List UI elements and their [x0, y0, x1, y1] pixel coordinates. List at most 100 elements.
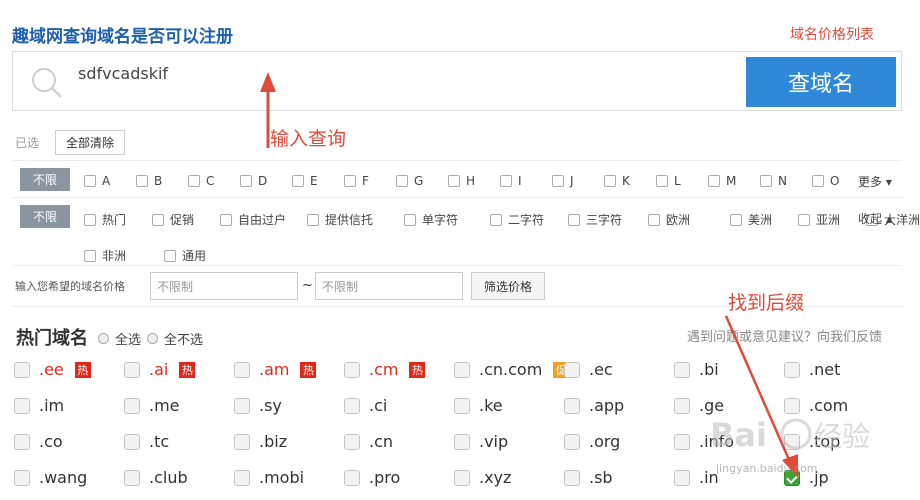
domain-option[interactable]: .cn.com 促: [454, 360, 570, 379]
domain-suffix-label: .vip: [479, 432, 509, 451]
divider: [12, 197, 902, 198]
category-option[interactable]: 二字符: [490, 211, 544, 228]
domain-option[interactable]: .org: [564, 432, 620, 451]
letter-label: O: [830, 174, 840, 188]
domain-suffix-label: .net: [809, 360, 841, 379]
domain-option[interactable]: .co: [14, 432, 63, 451]
letter-option-f[interactable]: F: [344, 174, 369, 188]
letter-option-n[interactable]: N: [760, 174, 787, 188]
filter-price-button[interactable]: 筛选价格: [471, 272, 545, 300]
max-price-input[interactable]: 不限制: [315, 272, 463, 300]
domain-suffix-label: .ec: [589, 360, 613, 379]
select-none-label: 全不选: [164, 333, 204, 348]
category-option[interactable]: 自由过户: [220, 211, 286, 228]
domain-option[interactable]: .tc: [124, 432, 169, 451]
letter-option-d[interactable]: D: [240, 174, 267, 188]
category-option[interactable]: 提供信托: [307, 211, 373, 228]
letter-option-m[interactable]: M: [708, 174, 736, 188]
category-option[interactable]: 促销: [152, 211, 194, 228]
checkbox-icon: [234, 361, 250, 378]
category-option[interactable]: 通用: [164, 247, 206, 264]
category-option[interactable]: 热门: [84, 211, 126, 228]
checkbox-icon: [552, 175, 564, 187]
domain-option[interactable]: .wang: [14, 468, 87, 487]
checkbox-icon: [124, 361, 140, 378]
category-label: 提供信托: [325, 213, 374, 227]
category-option[interactable]: 三字符: [568, 211, 622, 228]
domain-option[interactable]: .ai 热: [124, 360, 196, 379]
category-filter-any-tag[interactable]: 不限: [20, 205, 70, 228]
collapse-toggle[interactable]: 收起 ▴: [858, 210, 892, 227]
domain-option[interactable]: .xyz: [454, 468, 511, 487]
category-label: 非洲: [102, 249, 127, 263]
price-list-link[interactable]: 域名价格列表: [790, 24, 874, 44]
checkbox-icon: [84, 213, 96, 226]
checkbox-icon: [656, 175, 668, 187]
letter-option-i[interactable]: I: [500, 174, 522, 188]
domain-option[interactable]: .ee 热: [14, 360, 91, 379]
search-icon: [32, 68, 62, 98]
checkbox-icon: [454, 433, 470, 450]
category-label: 三字符: [586, 213, 623, 227]
domain-option[interactable]: .app: [564, 396, 624, 415]
search-button[interactable]: 查域名: [746, 57, 896, 107]
category-option[interactable]: 非洲: [84, 247, 126, 264]
checkbox-icon: [14, 361, 30, 378]
domain-badge: 热: [300, 361, 317, 378]
letter-option-k[interactable]: K: [604, 174, 630, 188]
domain-suffix-label: .tc: [149, 432, 170, 451]
letter-option-j[interactable]: J: [552, 174, 574, 188]
letter-label: D: [258, 174, 268, 188]
domain-option[interactable]: .club: [124, 468, 188, 487]
domain-option[interactable]: .in: [674, 468, 719, 487]
watermark-url: jingyan.baidu.com: [716, 462, 818, 475]
letter-option-o[interactable]: O: [812, 174, 839, 188]
domain-option[interactable]: .ec: [564, 360, 613, 379]
letter-filter-any-tag[interactable]: 不限: [20, 168, 70, 191]
checkbox-icon: [344, 175, 356, 187]
category-label: 亚洲: [816, 213, 841, 227]
domain-option[interactable]: .vip: [454, 432, 508, 451]
domain-option[interactable]: .biz: [234, 432, 287, 451]
category-option[interactable]: 亚洲: [798, 211, 840, 228]
domain-option[interactable]: .ci: [344, 396, 387, 415]
domain-suffix-label: .sb: [589, 468, 613, 487]
domain-option[interactable]: .im: [14, 396, 64, 415]
more-toggle[interactable]: 更多 ▾: [858, 173, 892, 190]
letter-option-h[interactable]: H: [448, 174, 475, 188]
domain-option[interactable]: .bi: [674, 360, 719, 379]
domain-option[interactable]: .ke: [454, 396, 503, 415]
select-all-radio[interactable]: 全选: [98, 329, 141, 348]
letter-option-a[interactable]: A: [84, 174, 110, 188]
select-none-radio[interactable]: 全不选: [147, 329, 203, 348]
checkbox-icon: [564, 397, 580, 414]
letter-label: K: [622, 174, 630, 188]
clear-all-button[interactable]: 全部清除: [55, 130, 125, 155]
category-option[interactable]: 欧洲: [648, 211, 690, 228]
domain-option[interactable]: .cn: [344, 432, 393, 451]
domain-option[interactable]: .am 热: [234, 360, 317, 379]
domain-option[interactable]: .me: [124, 396, 180, 415]
letter-option-l[interactable]: L: [656, 174, 681, 188]
domain-option[interactable]: .sb: [564, 468, 613, 487]
checkbox-icon: [564, 469, 580, 486]
domain-option[interactable]: .sy: [234, 396, 282, 415]
letter-option-b[interactable]: B: [136, 174, 162, 188]
category-option[interactable]: 单字符: [404, 211, 458, 228]
checkbox-icon: [708, 175, 720, 187]
domain-suffix-label: .ai: [149, 360, 169, 379]
letter-option-c[interactable]: C: [188, 174, 214, 188]
domain-option[interactable]: .cm 热: [344, 360, 426, 379]
min-price-input[interactable]: 不限制: [150, 272, 298, 300]
domain-suffix-label: .cn: [369, 432, 394, 451]
domain-option[interactable]: .pro: [344, 468, 400, 487]
checkbox-icon: [730, 213, 742, 226]
letter-option-g[interactable]: G: [396, 174, 423, 188]
domain-option[interactable]: .mobi: [234, 468, 304, 487]
checkbox-icon: [84, 249, 96, 262]
category-option[interactable]: 美洲: [730, 211, 772, 228]
letter-option-e[interactable]: E: [292, 174, 318, 188]
search-input[interactable]: sdfvcadskif: [78, 64, 168, 83]
annotation-suffix-hint: 找到后缀: [728, 292, 805, 314]
checkbox-icon: [760, 175, 772, 187]
